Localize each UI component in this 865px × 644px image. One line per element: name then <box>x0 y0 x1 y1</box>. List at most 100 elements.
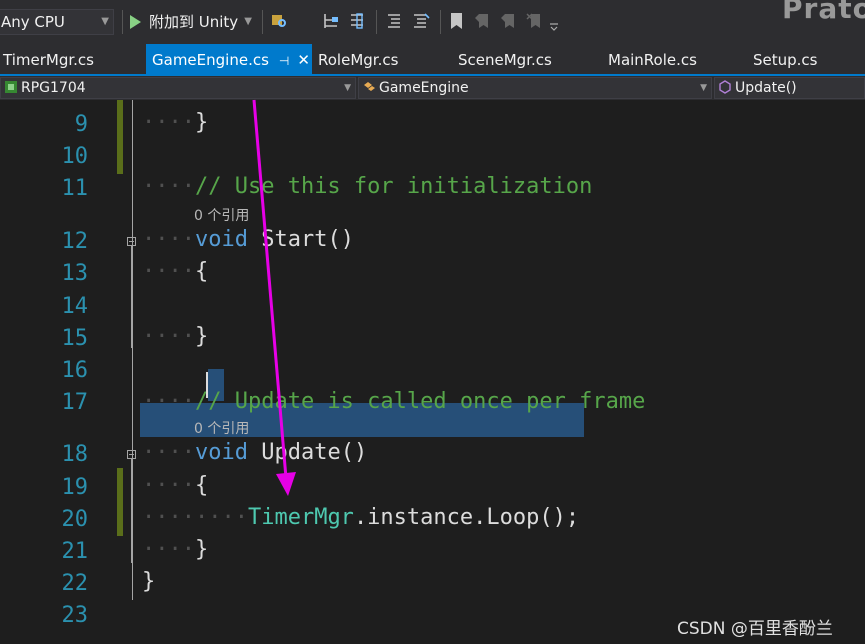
tab-gameengine[interactable]: GameEngine.cs ⊣ ✕ <box>146 44 312 74</box>
project-dropdown[interactable]: RPG1704 ▼ <box>0 77 356 99</box>
solution-platform-dropdown[interactable]: Any CPU ▼ <box>0 9 114 35</box>
solution-platform-label: Any CPU <box>1 13 65 31</box>
code-line-19[interactable]: ····{ <box>142 473 208 498</box>
code-keyword: void <box>194 227 248 252</box>
toolbar-separator <box>440 10 441 34</box>
toolbar-separator <box>122 10 123 34</box>
bookmark-icon[interactable] <box>448 12 466 30</box>
close-icon[interactable]: ✕ <box>297 51 310 69</box>
indent-dots: ···· <box>142 110 195 135</box>
find-in-files-icon[interactable] <box>270 12 288 30</box>
document-tabs: TimerMgr.cs GameEngine.cs ⊣ ✕ RoleMgr.cs S… <box>0 44 865 74</box>
toolbar-separator <box>262 10 263 34</box>
attach-to-unity-button[interactable]: 附加到 Unity ▼ <box>130 9 252 35</box>
method-name: Update <box>261 440 341 465</box>
indent-dots: ···· <box>142 174 195 199</box>
line-number: 19 <box>61 475 89 500</box>
class-dropdown[interactable]: GameEngine ▼ <box>358 77 712 99</box>
code-line-9[interactable]: ····} <box>142 110 208 135</box>
csharp-project-icon <box>4 80 18 94</box>
codelens-references[interactable]: 0 个引用 <box>194 205 249 225</box>
uncomment-lines-icon[interactable] <box>412 12 430 30</box>
tab-rolemgr[interactable]: RoleMgr.cs <box>318 44 398 74</box>
code-comment: // Use this for initialization <box>194 174 593 199</box>
code-keyword: void <box>194 440 248 465</box>
code-line-22[interactable]: } <box>142 569 155 594</box>
previous-bookmark-icon[interactable] <box>474 12 492 30</box>
play-icon <box>130 15 141 29</box>
window-title-brand: Prato <box>782 0 865 25</box>
code-text: .instance.Loop(); <box>353 505 580 530</box>
indent-dots: ···· <box>142 324 195 349</box>
code-text: } <box>142 569 156 594</box>
tab-mainrole[interactable]: MainRole.cs <box>608 44 697 74</box>
class-label: GameEngine <box>379 80 469 96</box>
line-number: 23 <box>61 603 89 628</box>
line-number: 22 <box>61 571 89 596</box>
line-number: 11 <box>61 176 89 201</box>
indent-dots: ········ <box>142 505 248 530</box>
code-text: } <box>194 324 209 349</box>
code-text: } <box>194 537 209 562</box>
code-line-20[interactable]: ········TimerMgr.instance.Loop(); <box>142 505 579 530</box>
step-over-icon[interactable] <box>348 12 366 30</box>
line-number: 9 <box>74 112 88 137</box>
indent-dots: ···· <box>142 440 195 465</box>
comment-lines-icon[interactable] <box>386 12 404 30</box>
tab-label: MainRole.cs <box>608 51 697 69</box>
tab-label: TimerMgr.cs <box>3 51 94 69</box>
chevron-down-icon: ▼ <box>244 16 252 27</box>
tab-scenemgr[interactable]: SceneMgr.cs <box>458 44 552 74</box>
project-label: RPG1704 <box>21 80 86 96</box>
tab-label: RoleMgr.cs <box>318 51 399 69</box>
step-into-icon[interactable] <box>322 12 340 30</box>
next-bookmark-icon[interactable] <box>500 12 518 30</box>
tab-label: GameEngine.cs <box>152 51 269 69</box>
toolbar: Any CPU ▼ 附加到 Unity ▼ Prato <box>0 0 865 44</box>
navigation-bar: RPG1704 ▼ GameEngine ▼ Update() <box>0 76 865 100</box>
csdn-watermark: CSDN @百里香酚兰 <box>677 619 833 639</box>
code-line-17[interactable]: ····// Update is called once per frame <box>142 389 645 414</box>
code-line-18[interactable]: ····void Update() <box>142 440 367 465</box>
tab-timermgr[interactable]: TimerMgr.cs <box>3 44 94 74</box>
tab-label: SceneMgr.cs <box>458 51 552 69</box>
line-number: 20 <box>61 507 89 532</box>
code-line-11[interactable]: ····// Use this for initialization <box>142 174 592 199</box>
method-icon <box>718 80 732 94</box>
toolbar-separator <box>376 10 377 34</box>
code-line-13[interactable]: ····{ <box>142 259 208 284</box>
text-caret <box>206 372 208 398</box>
clear-bookmarks-icon[interactable] <box>526 12 544 30</box>
toolbar-overflow-icon[interactable] <box>549 22 559 32</box>
line-number: 15 <box>61 326 89 351</box>
line-number: 12 <box>61 229 89 254</box>
attach-to-unity-label: 附加到 Unity <box>149 13 239 31</box>
code-line-21[interactable]: ····} <box>142 537 208 562</box>
code-line-15[interactable]: ····} <box>142 324 208 349</box>
code-text: } <box>194 110 209 135</box>
line-number: 16 <box>61 358 89 383</box>
chevron-down-icon: ▼ <box>344 83 351 93</box>
indent-dots: ···· <box>142 473 195 498</box>
line-number: 17 <box>61 390 89 415</box>
code-text: { <box>194 259 209 284</box>
pin-icon[interactable]: ⊣ <box>279 54 289 68</box>
line-number: 21 <box>61 539 89 564</box>
code-text: { <box>194 473 209 498</box>
tab-setup[interactable]: Setup.cs <box>753 44 818 74</box>
indent-dots: ···· <box>142 537 195 562</box>
line-number: 18 <box>61 442 89 467</box>
chevron-down-icon: ▼ <box>700 83 707 93</box>
line-number: 10 <box>61 144 89 169</box>
change-indicator <box>117 468 123 536</box>
codelens-references[interactable]: 0 个引用 <box>194 418 249 438</box>
line-number: 13 <box>61 261 89 286</box>
chevron-down-icon: ▼ <box>101 16 109 27</box>
code-paren: () <box>327 227 354 252</box>
code-line-12[interactable]: ····void Start() <box>142 227 354 252</box>
line-number: 14 <box>61 294 89 319</box>
indent-dots: ···· <box>142 389 195 414</box>
code-comment: // Update is called once per frame <box>194 389 646 414</box>
member-label: Update() <box>735 80 797 96</box>
member-dropdown[interactable]: Update() <box>714 77 865 99</box>
